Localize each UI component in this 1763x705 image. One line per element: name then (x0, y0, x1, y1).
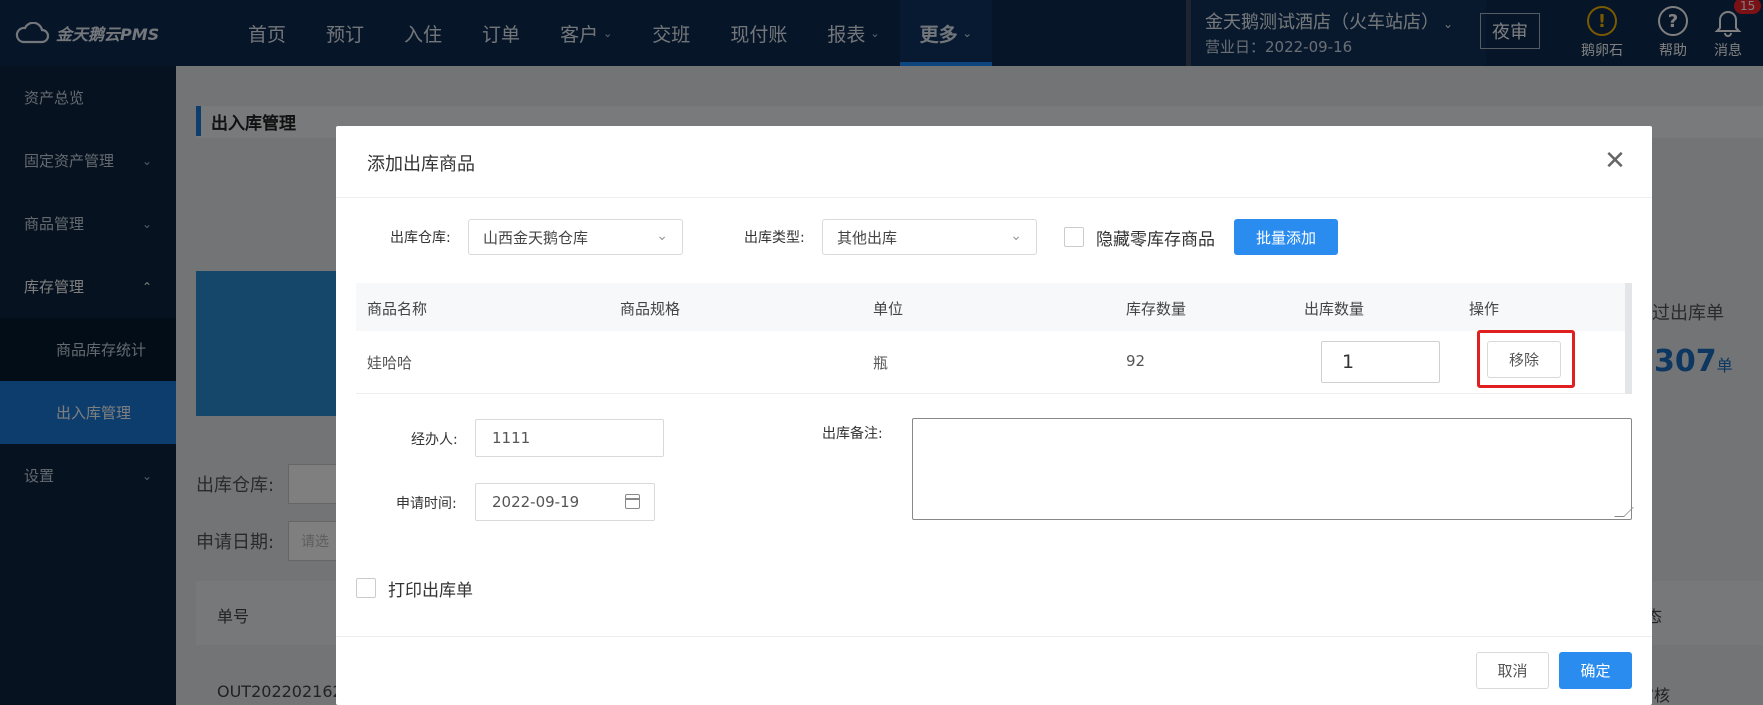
column-header: 商品名称 (367, 300, 428, 318)
dialog-footer (336, 636, 1652, 705)
outbound-type-select[interactable]: 其他出库 ⌄ (822, 219, 1037, 255)
warehouse-label: 出库仓库: (390, 230, 451, 246)
table-header: 商品名称 商品规格 单位 库存数量 出库数量 操作 (356, 283, 1632, 331)
dialog-title: 添加出库商品 (367, 154, 475, 175)
unit-cell: 瓶 (873, 354, 889, 372)
warehouse-value: 山西金天鹅仓库 (483, 228, 589, 247)
outbound-qty-input[interactable]: 1 (1321, 341, 1440, 383)
print-outbound-checkbox[interactable] (356, 578, 376, 598)
outbound-type-label: 出库类型: (744, 230, 805, 246)
print-outbound-label: 打印出库单 (388, 581, 473, 601)
hide-zero-stock-checkbox[interactable] (1064, 227, 1084, 247)
hide-zero-stock-label: 隐藏零库存商品 (1096, 230, 1215, 250)
stock-qty-cell: 92 (1126, 352, 1146, 370)
column-header: 库存数量 (1126, 300, 1187, 318)
apply-time-label: 申请时间: (396, 496, 457, 512)
chevron-down-icon: ⌄ (1010, 228, 1022, 244)
add-outbound-goods-dialog: 添加出库商品 ✕ 出库仓库: 山西金天鹅仓库 ⌄ 出库类型: 其他出库 ⌄ 隐藏… (336, 126, 1652, 705)
column-header: 商品规格 (620, 300, 681, 318)
handler-input[interactable]: 1111 (475, 419, 664, 457)
chevron-down-icon: ⌄ (656, 228, 668, 244)
close-icon[interactable]: ✕ (1600, 146, 1630, 176)
confirm-button[interactable]: 确定 (1559, 652, 1632, 689)
table-row: 娃哈哈 瓶 92 (356, 331, 1632, 394)
dialog-header: 添加出库商品 ✕ (336, 126, 1652, 198)
calendar-icon (625, 494, 640, 509)
apply-time-input[interactable]: 2022-09-19 (475, 483, 655, 521)
apply-time-value: 2022-09-19 (492, 493, 580, 511)
handler-label: 经办人: (411, 432, 458, 448)
remark-textarea[interactable] (912, 418, 1634, 520)
column-header: 出库数量 (1304, 300, 1365, 318)
cancel-button[interactable]: 取消 (1476, 652, 1549, 689)
goods-table: 商品名称 商品规格 单位 库存数量 出库数量 操作 娃哈哈 瓶 92 1 移除 (356, 283, 1632, 394)
outbound-type-value: 其他出库 (837, 228, 898, 247)
table-scrollbar[interactable] (1625, 283, 1632, 394)
goods-name-cell: 娃哈哈 (367, 354, 413, 372)
column-header: 单位 (873, 300, 904, 318)
warehouse-select[interactable]: 山西金天鹅仓库 ⌄ (468, 219, 683, 255)
column-header: 操作 (1469, 300, 1500, 318)
remove-button[interactable]: 移除 (1487, 341, 1561, 378)
remark-label: 出库备注: (822, 426, 883, 442)
resize-handle-icon[interactable] (1614, 507, 1634, 517)
batch-add-button[interactable]: 批量添加 (1234, 219, 1338, 255)
